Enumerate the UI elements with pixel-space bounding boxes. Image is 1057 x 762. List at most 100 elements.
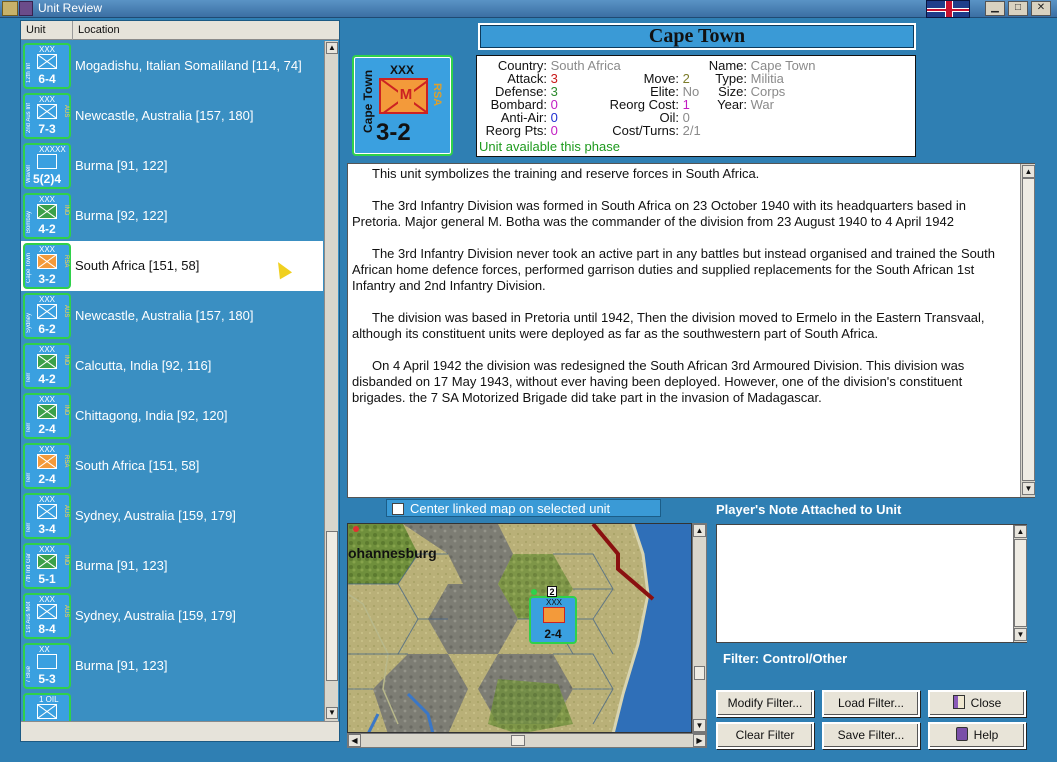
unit-location: Newcastle, Australia [157, 180] (75, 108, 254, 123)
availability-status: Unit available this phase (479, 139, 620, 154)
center-map-option[interactable]: Center linked map on selected unit (386, 499, 661, 517)
scroll-thumb[interactable] (1022, 178, 1035, 481)
unit-counter[interactable]: Terr XXX RSA 2-4 (23, 443, 71, 489)
scroll-thumb[interactable] (694, 666, 705, 680)
unit-counter[interactable]: Wavell XXXXX 5(2)4 (23, 143, 71, 189)
scroll-thumb[interactable] (511, 735, 525, 746)
unit-type-symbol-icon (37, 204, 57, 219)
close-button[interactable]: Close (928, 690, 1026, 717)
unit-type-symbol-icon (37, 654, 57, 669)
scroll-right-arrow-icon[interactable]: ▶ (693, 734, 706, 747)
center-map-checkbox[interactable] (392, 503, 404, 515)
save-filter-button[interactable]: Save Filter... (822, 722, 920, 749)
scroll-up-arrow-icon[interactable]: ▲ (1022, 165, 1035, 178)
unit-list-row[interactable]: 12th Inf XXX 6-4 Mogadishu, Italian Somalil… (21, 41, 323, 91)
unit-list-row[interactable]: 2nd Aus Inf XXX AUS 7-3 Newcastle, Australia… (21, 91, 323, 141)
counter-strength: 5-1 (38, 572, 56, 586)
unit-location: Burma [91, 123] (75, 558, 168, 573)
map-unit-counter[interactable]: 2 XXX 2-4 (529, 586, 577, 644)
counter-nation: IND (63, 405, 69, 416)
unit-type-symbol-icon (37, 154, 57, 169)
close-window-button[interactable]: ✕ (1031, 1, 1051, 16)
unit-location: Burma [92, 122] (75, 208, 168, 223)
scroll-thumb[interactable] (1014, 539, 1027, 627)
unit-counter[interactable]: Sydney XXX AUS 6-2 (23, 293, 71, 339)
scroll-up-arrow-icon[interactable]: ▲ (326, 42, 338, 54)
door-icon (952, 695, 965, 709)
unit-counter[interactable]: 1 OIL (23, 693, 71, 721)
unit-counter[interactable]: 7th Ind Gar XXX IND 5-1 (23, 543, 71, 589)
player-note-textarea[interactable]: ▲ ▼ (716, 524, 1027, 643)
map-city-marker (353, 526, 359, 532)
counter-strength: 2-4 (38, 472, 56, 486)
description-scrollbar[interactable]: ▲ ▼ (1020, 164, 1035, 497)
scroll-up-arrow-icon[interactable]: ▲ (693, 524, 706, 537)
map-horizontal-scrollbar[interactable]: ◀ ▶ (347, 733, 707, 748)
unit-location: Burma [91, 123] (75, 658, 168, 673)
counter-size: XXX (390, 63, 415, 77)
unit-type-symbol-icon (37, 304, 57, 319)
unit-name-title: Cape Town (478, 23, 916, 50)
unit-list-row[interactable]: Terr XXX IND 2-4 Chittagong, India [92, 120] (21, 391, 323, 441)
unit-list[interactable]: 12th Inf XXX 6-4 Mogadishu, Italian Somalil… (21, 41, 323, 721)
unit-list-row[interactable]: Terr XXX RSA 2-4 South Africa [151, 58] (21, 441, 323, 491)
load-filter-button[interactable]: Load Filter... (822, 690, 920, 717)
unit-list-scrollbar[interactable]: ▲ ▼ (324, 41, 338, 721)
scroll-left-arrow-icon[interactable]: ◀ (348, 734, 361, 747)
counter-size: XXX (39, 245, 56, 254)
unit-list-row[interactable]: Sydney XXX AUS 6-2 Newcastle, Australia [157… (21, 291, 323, 341)
description-paragraph: The division was based in Pretoria until… (352, 310, 985, 341)
unit-list-row[interactable]: 7th Ind Gar XXX IND 5-1 Burma [91, 123] (21, 541, 323, 591)
scroll-down-arrow-icon[interactable]: ▼ (326, 707, 338, 719)
unit-location: Sydney, Australia [159, 179] (75, 508, 236, 523)
unit-counter-large: Cape Town XXX M RSA 3-2 (352, 55, 453, 156)
unit-counter[interactable]: Bombay XXX IND 4-2 (23, 193, 71, 239)
map-counter-strength: 2-4 (544, 627, 562, 641)
note-scrollbar[interactable]: ▲ ▼ (1013, 525, 1027, 642)
list-header: Unit Location (21, 21, 339, 40)
help-button[interactable]: Help (928, 722, 1026, 749)
minimize-button[interactable]: ▁ (985, 1, 1005, 16)
counter-size: XXX (39, 595, 56, 604)
scroll-down-arrow-icon[interactable]: ▼ (1022, 482, 1035, 495)
unit-description-panel[interactable]: This unit symbolizes the training and re… (347, 163, 1035, 498)
unit-counter[interactable]: Cape Town XXX RSA 3-2 (23, 243, 71, 289)
unit-type-symbol-icon (37, 404, 57, 419)
unit-counter[interactable]: Terr XXX IND 4-2 (23, 343, 71, 389)
counter-size: XX (39, 645, 50, 654)
unit-location: South Africa [151, 58] (75, 258, 200, 273)
modify-filter-button[interactable]: Modify Filter... (716, 690, 814, 717)
unit-counter[interactable]: 2nd Aus Inf XXX AUS 7-3 (23, 93, 71, 139)
unit-counter[interactable]: Terr XXX IND 2-4 (23, 393, 71, 439)
unit-list-row[interactable]: 1st Aus Mot XXX AUS 8-4 Sydney, Australia [1… (21, 591, 323, 641)
window-title: Unit Review (38, 1, 103, 15)
unit-counter[interactable]: 12th Inf XXX 6-4 (23, 43, 71, 89)
counter-side-label: Cape Town (361, 69, 375, 133)
unit-list-row[interactable]: Wavell XXXXX 5(2)4 Burma [91, 122] (21, 141, 323, 191)
column-header-unit[interactable]: Unit (21, 21, 73, 40)
column-header-location[interactable]: Location (73, 21, 339, 40)
maximize-button[interactable]: □ (1008, 1, 1028, 16)
unit-counter[interactable]: Terr XXX AUS 3-4 (23, 493, 71, 539)
counter-nation: IND (63, 355, 69, 366)
unit-list-row[interactable]: 1 OIL (21, 691, 323, 721)
unit-list-row[interactable]: Terr XXX IND 4-2 Calcutta, India [92, 116] (21, 341, 323, 391)
app-icon[interactable] (2, 1, 18, 16)
unit-list-row[interactable]: 7 Blue XX 5-3 Burma [91, 123] (21, 641, 323, 691)
scroll-down-arrow-icon[interactable]: ▼ (1014, 628, 1027, 641)
stat-year: War (750, 97, 774, 112)
militia-symbol-icon (543, 607, 565, 623)
book-icon (955, 727, 968, 741)
description-paragraph: The 3rd Infantry Division was formed in … (352, 198, 966, 229)
scroll-down-arrow-icon[interactable]: ▼ (693, 719, 706, 732)
unit-counter[interactable]: 1st Aus Mot XXX AUS 8-4 (23, 593, 71, 639)
unit-list-row[interactable]: Bombay XXX IND 4-2 Burma [92, 122] (21, 191, 323, 241)
unit-location: Burma [91, 122] (75, 158, 168, 173)
center-map-label: Center linked map on selected unit (410, 501, 611, 516)
scroll-thumb[interactable] (326, 531, 338, 681)
scroll-up-arrow-icon[interactable]: ▲ (1014, 525, 1027, 538)
map-vertical-scrollbar[interactable]: ▲ ▼ (692, 523, 707, 733)
clear-filter-button[interactable]: Clear Filter (716, 722, 814, 749)
unit-list-row[interactable]: Terr XXX AUS 3-4 Sydney, Australia [159, 179… (21, 491, 323, 541)
unit-counter[interactable]: 7 Blue XX 5-3 (23, 643, 71, 689)
